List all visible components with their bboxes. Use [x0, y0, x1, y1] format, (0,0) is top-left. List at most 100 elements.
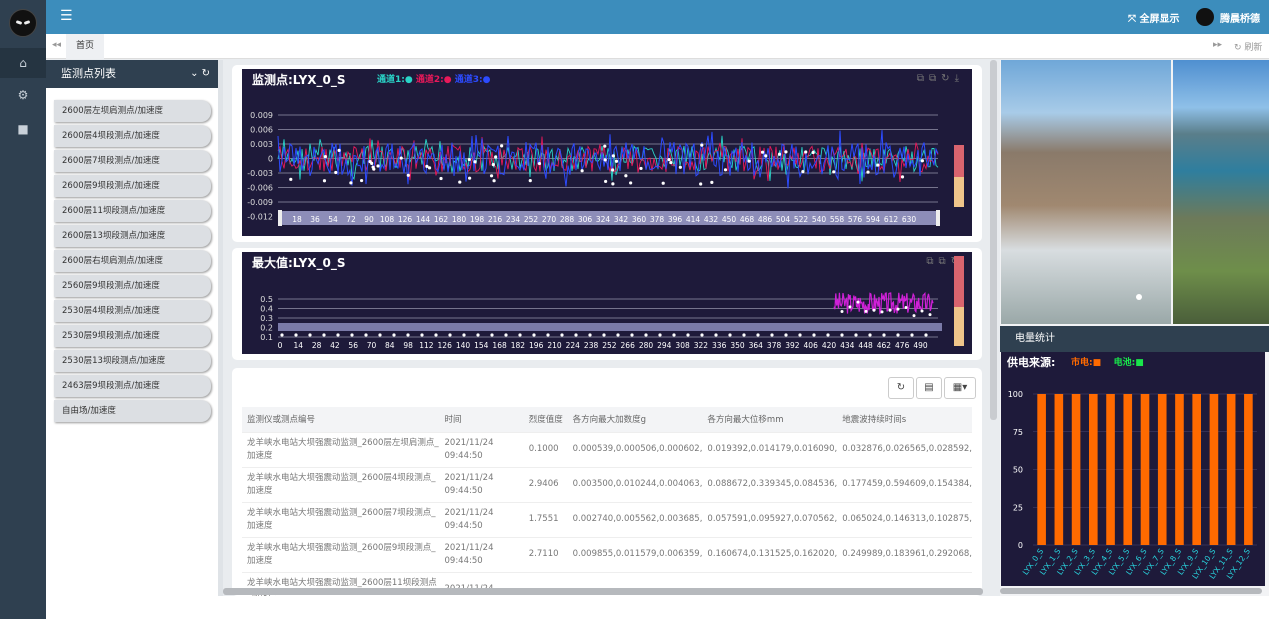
table-cell: 0.177459,0.594609,0.154384,: [837, 466, 972, 502]
waveform-chart: 监测点:LYX_0_S 通道1:● 通道2:● 通道3:● ⧉⧉↻⤓ 0.009…: [242, 69, 972, 236]
column-header[interactable]: 时间: [439, 407, 524, 432]
dam-photo[interactable]: [1001, 60, 1171, 324]
refresh-button[interactable]: ↻ 刷新: [1234, 40, 1262, 53]
column-header[interactable]: 各方向最大加数度g: [567, 407, 703, 432]
horizontal-scrollbar[interactable]: [223, 588, 983, 595]
monitor-point-item[interactable]: 2600层4坝段测点/加速度: [54, 125, 211, 147]
monitor-point-item[interactable]: 2600层7坝段测点/加速度: [54, 150, 211, 172]
data-point: [611, 168, 615, 172]
data-point: [920, 309, 924, 313]
y-tick-label: -0.003: [247, 169, 273, 178]
baseline-point: [910, 333, 914, 337]
x-tick-label: 448: [858, 341, 873, 350]
main-content: 监测点:LYX_0_S 通道1:● 通道2:● 通道3:● ⧉⧉↻⤓ 0.009…: [223, 60, 997, 596]
table-cell: 2021/11/24 09:44:50: [439, 536, 524, 572]
baseline-point: [448, 333, 452, 337]
data-point: [880, 310, 884, 314]
x-tick-label: 266: [621, 341, 636, 350]
nav-rail: ⌂ ⚙ ■: [0, 0, 46, 619]
monitor-point-item[interactable]: 2600层11坝段测点/加速度: [54, 200, 211, 222]
x-tick-label: 108: [380, 215, 395, 224]
monitor-point-item[interactable]: 2600层右坝肩测点/加速度: [54, 250, 211, 272]
column-header[interactable]: 监测仪或测点编号: [242, 407, 440, 432]
x-tick-label: 288: [560, 215, 575, 224]
baseline-point: [574, 333, 578, 337]
baseline-point: [588, 333, 592, 337]
data-point: [611, 154, 615, 158]
baseline-point: [784, 333, 788, 337]
y-tick-label: 100: [1008, 390, 1023, 399]
monitor-point-item[interactable]: 2530层13坝段测点/加速度: [54, 350, 211, 372]
gear-icon[interactable]: ⚙: [0, 80, 46, 110]
baseline-point: [602, 333, 606, 337]
baseline-point: [658, 333, 662, 337]
column-header[interactable]: 烈度值度: [523, 407, 568, 432]
baseline-point: [420, 333, 424, 337]
x-tick-label: 252: [524, 215, 539, 224]
user-menu[interactable]: 腾晨桥德: [1196, 8, 1260, 26]
x-tick-label: 198: [470, 215, 485, 224]
baseline-point: [392, 333, 396, 337]
menu-toggle-icon[interactable]: ☰: [60, 8, 73, 24]
data-point: [764, 154, 768, 158]
video-icon[interactable]: ■: [0, 114, 46, 144]
monitor-point-item[interactable]: 2600层左坝肩测点/加速度: [54, 100, 211, 122]
home-icon[interactable]: ⌂: [0, 48, 46, 78]
power-chart: 供电来源: 市电:■ 电池:■ 100 75 50 25 0 LYX_0_S LYX_1_S…: [1001, 352, 1265, 586]
baseline-point: [840, 333, 844, 337]
baseline-point: [742, 333, 746, 337]
x-tick-label: 420: [822, 341, 837, 350]
table-cell: 龙羊峡水电站大坝强震动监测_2600层9坝段测点_加速度: [242, 536, 440, 572]
bar: [1244, 394, 1253, 545]
reservoir-photo[interactable]: [1173, 60, 1269, 324]
fullscreen-button[interactable]: ⤧ 全屏显示: [1128, 10, 1179, 25]
table-row[interactable]: 龙羊峡水电站大坝强震动监测_2600层左坝肩测点_加速度 2021/11/24 0…: [242, 431, 972, 467]
table-row[interactable]: 龙羊峡水电站大坝强震动监测_2600层7坝段测点_加速度 2021/11/24 0…: [242, 501, 972, 537]
x-tick-label: 70: [367, 341, 377, 350]
baseline-point: [686, 333, 690, 337]
x-tick-label: 476: [895, 341, 910, 350]
data-point: [603, 158, 607, 162]
monitor-point-item[interactable]: 2530层9坝段测点/加速度: [54, 325, 211, 347]
x-tick-label: 0: [278, 341, 283, 350]
monitor-point-item[interactable]: 2560层9坝段测点/加速度: [54, 275, 211, 297]
data-point: [661, 181, 665, 185]
monitor-point-item[interactable]: 2600层9坝段测点/加速度: [54, 175, 211, 197]
scroll-right-icon[interactable]: ▸▸: [1213, 40, 1222, 50]
carousel-indicator[interactable]: [1136, 294, 1142, 300]
x-tick-label: 270: [542, 215, 557, 224]
x-tick-label: 486: [758, 215, 773, 224]
zoom-bar: [278, 323, 942, 331]
baseline-point: [868, 333, 872, 337]
y-tick-label: 0.4: [260, 305, 273, 314]
monitor-point-item[interactable]: 自由场/加速度: [54, 400, 211, 422]
vertical-scrollbar[interactable]: [990, 60, 997, 420]
right-scrollbar[interactable]: [1000, 588, 1262, 594]
scroll-left-icon[interactable]: ◂◂: [52, 40, 61, 50]
tab-home[interactable]: 首页: [66, 34, 105, 59]
columns-button[interactable]: ▦▾: [944, 377, 976, 399]
table-row[interactable]: 龙羊峡水电站大坝强震动监测_2600层9坝段测点_加速度 2021/11/24 0…: [242, 536, 972, 572]
data-point: [537, 161, 542, 166]
monitor-point-item[interactable]: 2463层9坝段测点/加速度: [54, 375, 211, 397]
collapse-refresh-icons[interactable]: ⌄ ↻: [190, 60, 210, 88]
table-row[interactable]: 龙羊峡水电站大坝强震动监测_2600层4坝段测点_加速度 2021/11/24 0…: [242, 466, 972, 502]
x-tick-label: 72: [346, 215, 356, 224]
column-header[interactable]: 各方向最大位移mm: [702, 407, 838, 432]
monitor-point-item[interactable]: 2600层13坝段测点/加速度: [54, 225, 211, 247]
x-tick-label: 140: [456, 341, 471, 350]
x-tick-label: 308: [675, 341, 690, 350]
baseline-point: [350, 333, 354, 337]
bar: [1071, 394, 1081, 545]
x-tick-label: 490: [913, 341, 928, 350]
data-point: [912, 314, 916, 318]
data-point: [784, 150, 788, 154]
x-tick-label: 224: [566, 341, 581, 350]
monitor-point-item[interactable]: 2530层4坝段测点/加速度: [54, 300, 211, 322]
x-tick-label: 234: [506, 215, 521, 224]
table-cell: 0.088672,0.339345,0.084536,: [702, 466, 838, 502]
toggle-view-button[interactable]: ▤: [916, 377, 942, 399]
column-header[interactable]: 地震波持续时间s: [837, 407, 972, 432]
refresh-table-button[interactable]: ↻: [888, 377, 914, 399]
x-tick-label: 28: [312, 341, 322, 350]
